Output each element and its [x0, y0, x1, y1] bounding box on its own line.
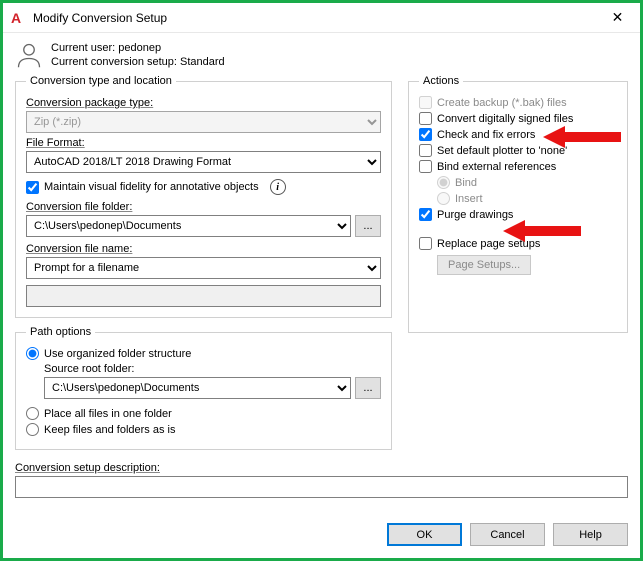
description-label: Conversion setup description:: [15, 462, 628, 474]
info-icon[interactable]: i: [270, 179, 286, 195]
page-setups-button: Page Setups...: [437, 255, 531, 275]
path-as-is-radio[interactable]: [26, 423, 39, 436]
check-fix-label: Check and fix errors: [437, 129, 535, 141]
folder-select[interactable]: C:\Users\pedonep\Documents: [26, 215, 351, 237]
replace-ps-label: Replace page setups: [437, 238, 540, 250]
description-input[interactable]: [15, 476, 628, 498]
insert-radio: [437, 192, 450, 205]
fidelity-checkbox[interactable]: [26, 181, 39, 194]
path-options-legend: Path options: [26, 326, 95, 338]
file-format-select[interactable]: AutoCAD 2018/LT 2018 Drawing Format: [26, 151, 381, 173]
path-one-folder-radio[interactable]: [26, 407, 39, 420]
create-backup-checkbox: [419, 96, 432, 109]
pkg-type-select[interactable]: Zip (*.zip): [26, 111, 381, 133]
cancel-button[interactable]: Cancel: [470, 523, 545, 546]
path-options-fieldset: Path options Use organized folder struct…: [15, 326, 392, 450]
purge-label: Purge drawings: [437, 209, 513, 221]
filename-select[interactable]: Prompt for a filename: [26, 257, 381, 279]
create-backup-label: Create backup (*.bak) files: [437, 97, 567, 109]
bind-label: Bind: [455, 177, 477, 189]
path-organized-radio[interactable]: [26, 347, 39, 360]
bind-ext-label: Bind external references: [437, 161, 556, 173]
setup-label: Current conversion setup:: [51, 56, 177, 68]
check-fix-checkbox[interactable]: [419, 128, 432, 141]
path-organized-label: Use organized folder structure: [44, 348, 191, 360]
convert-signed-checkbox[interactable]: [419, 112, 432, 125]
dialog-window: A Modify Conversion Setup ✕ Current user…: [0, 0, 643, 561]
path-as-is-label: Keep files and folders as is: [44, 424, 175, 436]
conversion-type-legend: Conversion type and location: [26, 75, 176, 87]
help-button[interactable]: Help: [553, 523, 628, 546]
source-root-label: Source root folder:: [44, 363, 381, 375]
close-button[interactable]: ✕: [595, 3, 640, 33]
pkg-type-label: Conversion package type:: [26, 97, 381, 109]
current-user-label: Current user:: [51, 42, 115, 54]
dialog-button-row: OK Cancel Help: [3, 513, 640, 558]
fidelity-label: Maintain visual fidelity for annotative …: [44, 181, 259, 193]
user-icon: [15, 41, 43, 69]
conversion-type-fieldset: Conversion type and location Conversion …: [15, 75, 392, 318]
autocad-icon: A: [11, 10, 27, 26]
actions-fieldset: Actions Create backup (*.bak) files Conv…: [408, 75, 628, 333]
user-info-row: Current user: pedonep Current conversion…: [15, 41, 628, 69]
bind-radio: [437, 176, 450, 189]
ok-button[interactable]: OK: [387, 523, 462, 546]
path-one-folder-label: Place all files in one folder: [44, 408, 172, 420]
titlebar: A Modify Conversion Setup ✕: [3, 3, 640, 33]
current-user-value: pedonep: [118, 42, 161, 54]
source-browse-button[interactable]: ...: [355, 377, 381, 399]
purge-checkbox[interactable]: [419, 208, 432, 221]
filename-label: Conversion file name:: [26, 243, 381, 255]
insert-label: Insert: [455, 193, 483, 205]
folder-label: Conversion file folder:: [26, 201, 381, 213]
dialog-title: Modify Conversion Setup: [33, 11, 595, 25]
default-plotter-checkbox[interactable]: [419, 144, 432, 157]
replace-ps-checkbox[interactable]: [419, 237, 432, 250]
convert-signed-label: Convert digitally signed files: [437, 113, 573, 125]
default-plotter-label: Set default plotter to 'none': [437, 145, 567, 157]
bind-ext-checkbox[interactable]: [419, 160, 432, 173]
dialog-content: Current user: pedonep Current conversion…: [3, 33, 640, 513]
source-root-select[interactable]: C:\Users\pedonep\Documents: [44, 377, 351, 399]
actions-legend: Actions: [419, 75, 463, 87]
folder-browse-button[interactable]: ...: [355, 215, 381, 237]
setup-value: Standard: [180, 56, 225, 68]
filename-input[interactable]: [26, 285, 381, 307]
file-format-label: File Format:: [26, 137, 381, 149]
